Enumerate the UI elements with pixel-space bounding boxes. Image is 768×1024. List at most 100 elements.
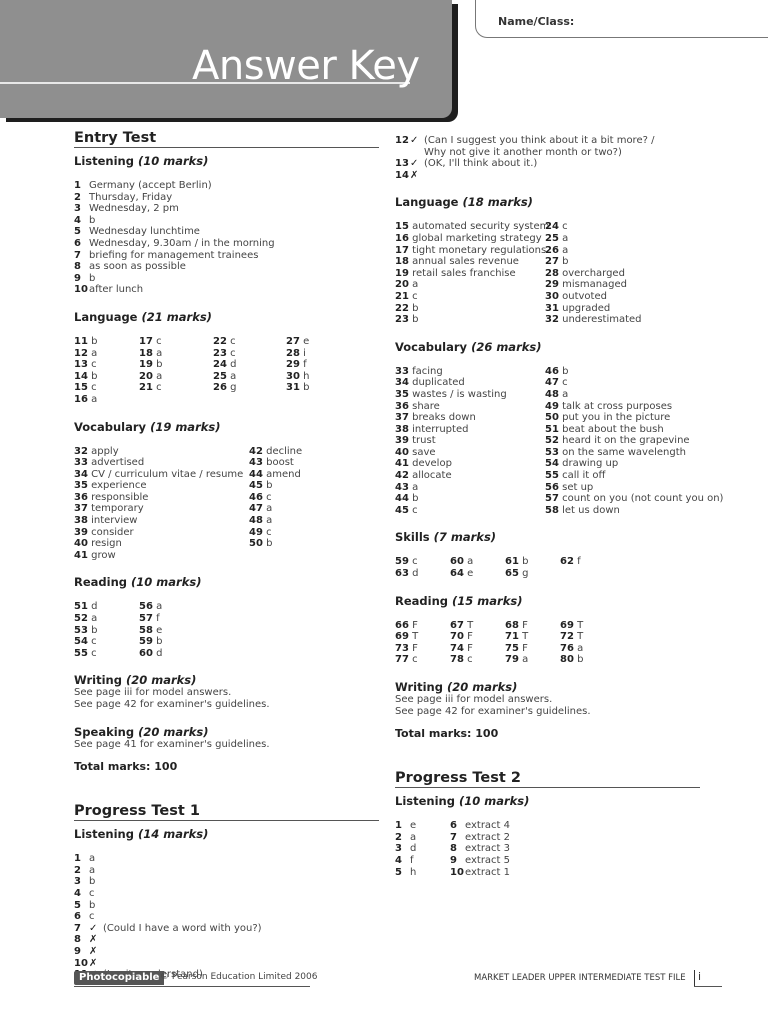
answer-item: 53 b — [74, 625, 139, 637]
answer-item: 34 duplicated — [395, 377, 545, 389]
answer-item: 69 T — [560, 620, 610, 632]
question-number: 11 — [74, 335, 88, 347]
answer-item: 28 i — [286, 348, 346, 360]
question-number: 5 — [395, 866, 402, 878]
question-number: 40 — [395, 446, 409, 458]
question-number: 60 — [450, 556, 464, 568]
question-number: 32 — [74, 445, 88, 457]
answer-item: 49 c — [249, 527, 369, 539]
answer-grid: 51 d 56 a 52 a 57 f 53 b 58 e 54 c 59 b 55 c 60 d — [74, 601, 379, 659]
answer-item: 50 b — [249, 538, 369, 550]
answer-text: b — [577, 654, 584, 666]
answer-item: 70 F — [450, 631, 505, 643]
question-number: 1 — [74, 853, 81, 865]
question-number: 3 — [395, 843, 402, 855]
right-column: 12 ✓ (Can I suggest you think about it a b… — [395, 135, 723, 878]
section-label: Listening — [74, 154, 134, 168]
answer-item: 24 d — [213, 359, 286, 371]
question-number: 46 — [249, 491, 263, 503]
answer-text: g — [230, 382, 237, 394]
question-number: 47 — [249, 503, 263, 515]
answer-item: 18 a — [139, 348, 213, 360]
question-number: 59 — [139, 636, 153, 648]
section-marks: (26 marks) — [471, 339, 542, 354]
answer-item: 15 c — [74, 382, 139, 394]
answer-item: 56 a — [139, 601, 259, 613]
answer-text: heard it on the grapevine — [562, 435, 690, 447]
answer-item: 35 wastes / is wasting — [395, 389, 545, 401]
section-marks: (21 marks) — [141, 309, 212, 324]
question-number: 72 — [560, 631, 574, 643]
question-number: 58 — [139, 624, 153, 636]
answer-text: T — [522, 631, 529, 643]
question-number: 9 — [74, 945, 81, 957]
answer-text: a — [412, 481, 419, 493]
answer-item: 25 a — [545, 233, 695, 245]
answer-text: d — [410, 843, 417, 855]
section-marks: (10 marks) — [131, 575, 202, 590]
answer-item: 41 grow — [74, 550, 249, 562]
answer-item: 61 b — [505, 556, 560, 568]
answer-item: 38 interrupted — [395, 424, 545, 436]
answer-text: a — [562, 388, 569, 400]
answer-text: c — [89, 887, 95, 899]
section-marks: (10 marks) — [458, 794, 530, 809]
answer-item: 34 CV / curriculum vitae / resume — [74, 469, 249, 481]
question-number: 9 — [74, 272, 81, 284]
section-heading: Listening (10 marks) — [395, 794, 700, 808]
answer-item: 8 as soon as possible — [74, 261, 379, 273]
answer-item: 44 b — [395, 493, 545, 505]
answer-item: 8 ✗ — [74, 934, 379, 946]
question-number: 4 — [74, 214, 81, 226]
answer-item: 47 c — [545, 377, 695, 389]
cross-icon: ✗ — [89, 957, 98, 969]
question-number: 6 — [74, 237, 81, 249]
answer-item: 30 h — [286, 371, 346, 383]
answer-item: 24 c — [545, 221, 695, 233]
answer-item: 45 b — [249, 480, 369, 492]
answer-text: c — [467, 654, 473, 666]
question-number: 37 — [74, 503, 88, 515]
answer-text: amend — [266, 468, 301, 480]
answer-item: 19 b — [139, 359, 213, 371]
answer-text: interrupted — [412, 423, 469, 435]
answer-item: 3 Wednesday, 2 pm — [74, 203, 379, 215]
question-number: 50 — [249, 538, 263, 550]
answer-grid: 59 c 60 a 61 b 62 f 63 d 64 e 65 g — [395, 556, 700, 579]
answer-text: c — [89, 911, 95, 923]
question-number: 76 — [560, 642, 574, 654]
answer-item: 51 d — [74, 601, 139, 613]
section-heading: Writing (20 marks) — [74, 673, 379, 687]
answer-item: 38 interview — [74, 515, 249, 527]
answer-item: 2 Thursday, Friday — [74, 192, 379, 204]
answer-item: 14 ✗ — [395, 170, 700, 182]
answer-item: 78 c — [450, 654, 505, 666]
section-marks: (15 marks) — [452, 593, 523, 608]
answer-text: d — [230, 359, 237, 371]
answer-item: 68 F — [505, 620, 560, 632]
answer-item: 69 T — [395, 631, 450, 643]
answer-text: extract 4 — [465, 820, 511, 832]
answer-text: b — [91, 624, 98, 636]
answer-text: allocate — [412, 470, 452, 482]
question-number: 34 — [395, 377, 409, 389]
question-number: 23 — [395, 314, 409, 326]
answer-text: c — [156, 382, 162, 394]
question-number: 39 — [74, 526, 88, 538]
left-column: Entry Test Listening (10 marks) 1 Germany… — [74, 130, 379, 981]
answer-item: 32 apply — [74, 446, 249, 458]
question-number: 6 — [74, 911, 81, 923]
answer-text: b — [522, 556, 529, 568]
question-number: 15 — [395, 221, 409, 233]
answer-item: 6 extract 4 — [450, 820, 570, 832]
answer-item: 6 Wednesday, 9.30am / in the morning — [74, 238, 379, 250]
question-number: 14 — [395, 169, 409, 181]
answer-text: c — [412, 290, 418, 302]
question-number: 19 — [139, 359, 153, 371]
answer-item: 79 a — [505, 654, 560, 666]
answer-item: 77 c — [395, 654, 450, 666]
answer-text: upgraded — [562, 302, 611, 314]
question-number: 2 — [74, 191, 81, 203]
question-number: 7 — [450, 831, 457, 843]
answer-item: 21 c — [139, 382, 213, 394]
